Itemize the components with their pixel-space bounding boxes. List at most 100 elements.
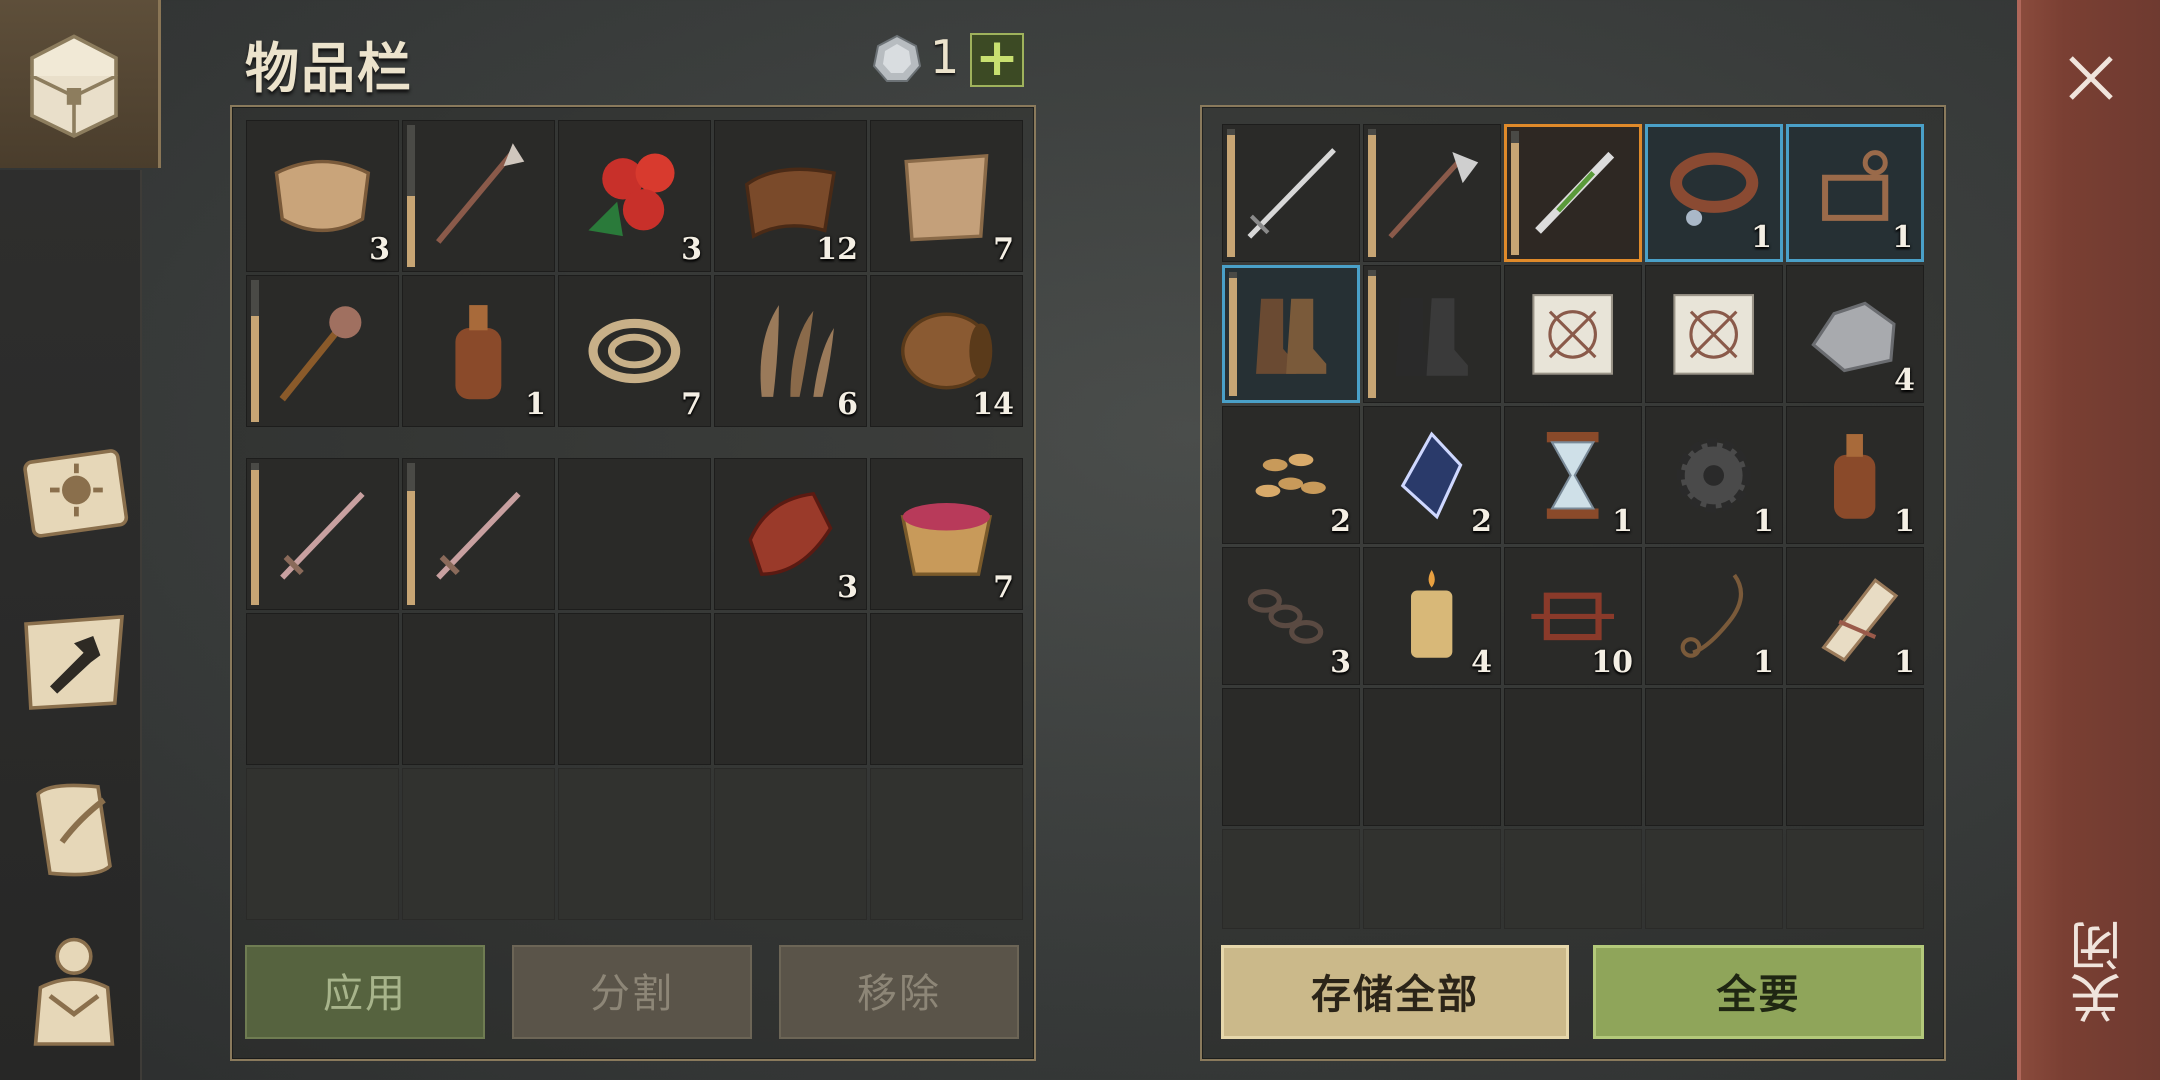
item-count: 1 — [1894, 645, 1915, 680]
blueprint-icon — [1673, 293, 1755, 375]
storage-slot[interactable]: 4 — [1786, 265, 1924, 403]
close-label[interactable]: 关闭 — [2063, 920, 2131, 1024]
side-tabs — [0, 0, 161, 1080]
empty-slot[interactable] — [714, 768, 867, 920]
storage-slot[interactable] — [1645, 265, 1783, 403]
storage-slot[interactable] — [1504, 265, 1642, 403]
empty-slot[interactable] — [1222, 688, 1360, 826]
empty-slot[interactable] — [1645, 688, 1783, 826]
close-icon[interactable] — [2061, 48, 2121, 108]
empty-slot[interactable] — [246, 768, 399, 920]
inventory-slot[interactable]: 3 — [558, 120, 711, 272]
iron-ore-icon — [1811, 301, 1896, 372]
storage-slot[interactable] — [1222, 124, 1360, 262]
crafting-icon[interactable] — [14, 600, 134, 720]
storage-slot[interactable]: 1 — [1504, 406, 1642, 544]
item-count: 1 — [1751, 220, 1772, 255]
durability-bar — [407, 463, 415, 605]
item-count: 4 — [1894, 363, 1915, 398]
empty-slot[interactable] — [402, 613, 555, 765]
empty-slot[interactable] — [1504, 688, 1642, 826]
empty-slot[interactable] — [246, 613, 399, 765]
storage-slot[interactable]: 2 — [1222, 406, 1360, 544]
take-all-button[interactable]: 全要 — [1593, 945, 1924, 1039]
durability-bar — [1227, 129, 1235, 257]
storage-slot[interactable]: 1 — [1645, 406, 1783, 544]
inventory-slot[interactable]: 6 — [714, 275, 867, 427]
apply-button[interactable]: 应用 — [245, 945, 485, 1039]
plant-fiber-icon — [760, 305, 835, 397]
empty-slot[interactable] — [1645, 829, 1783, 929]
durability-bar — [251, 463, 259, 605]
quest-scroll-icon[interactable] — [14, 770, 134, 890]
storage-slot[interactable]: 3 — [1222, 547, 1360, 685]
inventory-slot[interactable]: 3 — [714, 458, 867, 610]
bottle-icon — [455, 305, 502, 400]
inventory-slot[interactable]: 7 — [870, 120, 1023, 272]
empty-slot[interactable] — [1222, 829, 1360, 929]
character-icon[interactable] — [14, 930, 134, 1050]
item-count: 2 — [1330, 504, 1351, 539]
inventory-slot[interactable] — [246, 458, 399, 610]
item-count: 1 — [1753, 504, 1774, 539]
close-panel[interactable]: 关闭 — [2017, 0, 2160, 1080]
storage-slot[interactable] — [1363, 265, 1501, 403]
inventory-slot[interactable]: 3 — [246, 120, 399, 272]
empty-slot[interactable] — [1363, 688, 1501, 826]
empty-slot[interactable] — [714, 613, 867, 765]
scroll-icon — [1821, 577, 1899, 662]
dark-boots-icon — [1395, 297, 1469, 376]
storage-slot[interactable]: 1 — [1786, 547, 1924, 685]
fiber-cloth-icon — [904, 153, 989, 242]
empty-slot[interactable] — [1363, 829, 1501, 929]
poison-blade-icon — [1534, 152, 1614, 234]
inventory-slot[interactable]: 7 — [558, 275, 711, 427]
rope-icon — [588, 318, 681, 384]
empty-slot[interactable] — [870, 768, 1023, 920]
item-count: 6 — [837, 387, 858, 422]
item-count: 7 — [993, 570, 1014, 605]
storage-slot[interactable] — [1222, 265, 1360, 403]
inventory-grid-bottom: 37 — [246, 458, 1023, 920]
storage-slot[interactable]: 1 — [1645, 547, 1783, 685]
empty-slot[interactable] — [558, 458, 711, 610]
chain-icon — [1248, 588, 1324, 644]
empty-slot[interactable] — [558, 613, 711, 765]
inventory-slot[interactable]: 12 — [714, 120, 867, 272]
inventory-slot[interactable] — [246, 275, 399, 427]
split-button[interactable]: 分割 — [512, 945, 752, 1039]
item-count: 1 — [1612, 504, 1633, 539]
storage-slot[interactable]: 2 — [1363, 406, 1501, 544]
empty-slot[interactable] — [1504, 829, 1642, 929]
add-currency-button[interactable]: + — [970, 32, 1024, 87]
inventory-slot[interactable]: 7 — [870, 458, 1023, 610]
empty-slot[interactable] — [402, 768, 555, 920]
inventory-slot[interactable] — [402, 458, 555, 610]
storage-slot[interactable] — [1363, 124, 1501, 262]
durability-bar — [407, 125, 415, 267]
empty-slot[interactable] — [870, 613, 1023, 765]
item-count: 10 — [1591, 645, 1633, 680]
inventory-slot[interactable] — [402, 120, 555, 272]
blueprint-icon — [1532, 293, 1614, 375]
storage-slot[interactable]: 10 — [1504, 547, 1642, 685]
empty-slot[interactable] — [1786, 688, 1924, 826]
map-book-icon[interactable] — [14, 430, 134, 550]
storage-grid: 1 1 4 2 2 1 1 1 3 4 10 1 1 — [1222, 124, 1924, 967]
item-count: 3 — [369, 232, 390, 267]
durability-bar — [1368, 129, 1376, 257]
tab-inventory-active[interactable] — [0, 0, 161, 168]
inventory-slot[interactable]: 1 — [402, 275, 555, 427]
storage-slot[interactable]: 1 — [1645, 124, 1783, 262]
inventory-slot[interactable]: 14 — [870, 275, 1023, 427]
storage-slot[interactable]: 1 — [1786, 124, 1924, 262]
store-all-button[interactable]: 存储全部 — [1221, 945, 1569, 1039]
remove-button[interactable]: 移除 — [779, 945, 1019, 1039]
storage-slot[interactable]: 1 — [1786, 406, 1924, 544]
bottle-icon — [1834, 433, 1876, 519]
empty-slot[interactable] — [1786, 829, 1924, 929]
empty-slot[interactable] — [558, 768, 711, 920]
storage-slot[interactable]: 4 — [1363, 547, 1501, 685]
storage-slot[interactable] — [1504, 124, 1642, 262]
item-count: 1 — [1894, 504, 1915, 539]
